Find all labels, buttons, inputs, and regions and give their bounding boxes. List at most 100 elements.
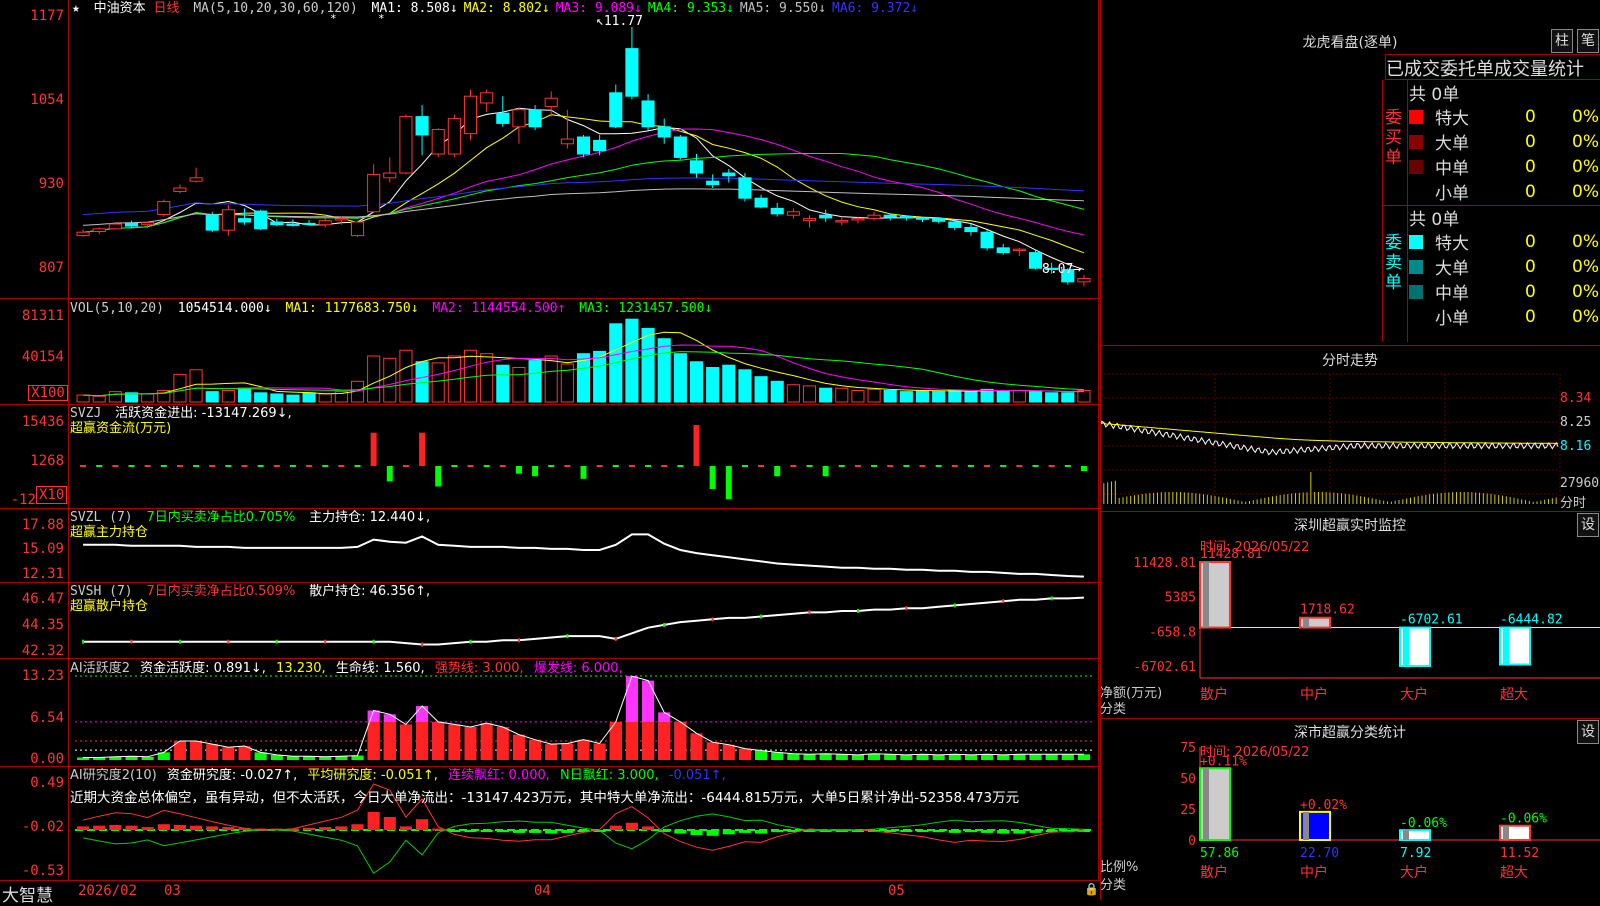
- svzl-tick: 15.09: [21, 541, 64, 557]
- ai-res-bar: [335, 826, 348, 830]
- ai-res-nred: N日飘红: 3.000,: [560, 768, 659, 783]
- column-view-button[interactable]: 柱: [1551, 29, 1573, 53]
- ai-res-value: 资金研究度: -0.027↑,: [166, 768, 298, 783]
- dragon-row-label: 特大: [1435, 109, 1469, 129]
- dragon-row-count: 0: [1524, 306, 1536, 327]
- ai-res-bar: [674, 830, 687, 834]
- dragon-row-label: 中单: [1435, 159, 1469, 179]
- svzj-bar: [435, 466, 442, 487]
- dragon-row: 特大 0 0%: [1409, 229, 1600, 254]
- brand-logo: 大智慧: [2, 886, 53, 906]
- svzl-tick: 12.31: [21, 566, 64, 582]
- date-tick: 05: [888, 883, 905, 899]
- svsh-line: [83, 596, 1084, 646]
- ai-comment: 近期大资金总体偏空，虽有异动，但不太活跃，今日大单净流出：-13147.423万…: [70, 790, 1020, 806]
- vol-ma2: MA2: 1144554.500↑: [432, 301, 566, 316]
- candle-body: [802, 218, 817, 222]
- volume-bar: [641, 327, 655, 403]
- svsh-title: SVSH (7): [70, 584, 133, 599]
- volume-bar: [270, 393, 284, 403]
- svzl-title: SVZL (7): [70, 510, 133, 525]
- ma-line-120: [83, 177, 1084, 215]
- tick-view-button[interactable]: 笔: [1577, 29, 1599, 53]
- candle-body: [996, 247, 1010, 254]
- candle-body: [722, 172, 736, 177]
- ai-act-bar: [448, 724, 461, 760]
- class-value: 57.86: [1200, 846, 1239, 861]
- volume-bar: [915, 390, 930, 403]
- class-value: 11.52: [1500, 846, 1539, 861]
- period-label[interactable]: 日线: [154, 1, 180, 16]
- ai-act-bar: [545, 744, 558, 760]
- candle-body: [948, 221, 962, 228]
- candle-body: [205, 214, 219, 231]
- ai-res-bar: [642, 826, 655, 830]
- dragon-row-label: 特大: [1435, 234, 1469, 254]
- volume-bar: [383, 357, 397, 403]
- ai-res-bar: [416, 819, 429, 830]
- dragon-row-pct: 0%: [1572, 306, 1599, 327]
- volume-bar: [964, 391, 978, 403]
- candle-body: [399, 116, 413, 174]
- intraday-avg-line: [1100, 422, 1559, 444]
- ma-value: MA2: 8.802↓: [463, 1, 550, 16]
- ai-act-title: AI活跃度2: [70, 661, 130, 676]
- ai-act-bar: [319, 756, 332, 760]
- ai-res-bar: [755, 830, 768, 834]
- class-delta: -0.06%: [1400, 816, 1447, 831]
- candle-body: [350, 221, 365, 237]
- candle-body: [673, 136, 687, 158]
- volume-bar: [851, 390, 865, 403]
- lock-icon[interactable]: 🔒: [1084, 882, 1099, 896]
- dragon-row-pct: 0%: [1572, 281, 1599, 302]
- dragon-row-pct: 0%: [1572, 156, 1599, 177]
- class-value: 22.70: [1300, 846, 1339, 861]
- class-category: 中户: [1300, 864, 1328, 881]
- candle-body: [221, 209, 235, 231]
- ai-res-bar: [1029, 830, 1042, 833]
- class-category: 超大: [1500, 865, 1528, 881]
- main-chart-area[interactable]: * * ★ 中油资本 日线 MA(5,10,20,30,60,120) MA1: …: [0, 0, 1100, 880]
- svsh-tick: 44.35: [21, 617, 64, 633]
- buy-side-label: 委买单: [1385, 108, 1402, 168]
- ma-value: MA1: 8.508↓: [371, 1, 458, 16]
- ai-act-bar: [997, 754, 1010, 760]
- svzj-unit[interactable]: X10: [36, 486, 68, 504]
- intraday-tick: 8.25: [1560, 415, 1592, 430]
- ai-res-bar: [738, 830, 751, 833]
- ai-res-bar: [512, 830, 525, 833]
- svsh-ratio: 7日内买卖净占比0.509%: [146, 584, 296, 599]
- candle-body: [383, 172, 397, 179]
- volume-bar: [237, 387, 252, 403]
- ai-res-bar: [884, 830, 897, 832]
- class-bar-shade: [1503, 825, 1509, 840]
- ai-res-bar: [932, 830, 945, 833]
- class-delta: +0.02%: [1300, 798, 1347, 813]
- sz-monitor-panel: 深圳超赢实时监控 设 时间: 2026/05/22 11428.81 5385 -6…: [1100, 512, 1600, 718]
- volume-bar: [706, 367, 720, 403]
- sz-bar-label: 1718.62: [1300, 603, 1355, 618]
- ai-act-tick: 0.00: [30, 751, 64, 767]
- ma-value: MA5: 9.550↓: [739, 1, 827, 16]
- sz-bar-shade: [1403, 627, 1409, 666]
- ai-res-bar: [545, 830, 558, 834]
- price-tick: 930: [38, 176, 64, 192]
- color-swatch-icon: [1409, 109, 1423, 124]
- intraday-mode[interactable]: 分时: [1560, 492, 1586, 511]
- volume-bar: [722, 364, 736, 403]
- star-icon[interactable]: ★: [72, 1, 80, 16]
- svzj-bar: [532, 466, 539, 477]
- vol-unit[interactable]: X100: [28, 385, 68, 401]
- ai-res-tick: -0.02: [21, 819, 64, 835]
- date-tick: 2026/02: [78, 883, 138, 899]
- volume-bar: [528, 360, 542, 403]
- dragon-divider: [1407, 80, 1408, 342]
- svzj-value: 活跃资金进出: -13147.269↓,: [115, 406, 292, 421]
- dragon-row: 大单 0 0%: [1409, 129, 1600, 154]
- sz-class-xlabel: 分类: [1100, 878, 1127, 893]
- ai-res-bar: [529, 830, 542, 833]
- ai-res-bar: [464, 830, 477, 832]
- ai-research-header: AI研究度2(10) 资金研究度: -0.027↑, 平均研究度: -0.051…: [70, 768, 732, 783]
- dragon-row: 特大 0 0%: [1409, 104, 1600, 129]
- intraday-panel[interactable]: 分时走势 8.34 8.25 8.16 27960 分时: [1100, 346, 1600, 511]
